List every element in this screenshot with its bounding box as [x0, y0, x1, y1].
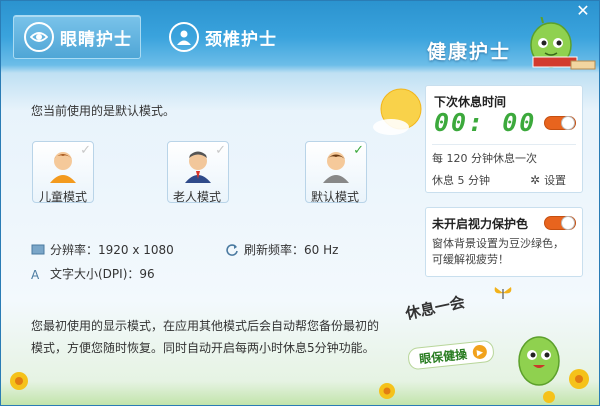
resolution-text: 分辨率：1920 x 1080 [50, 243, 174, 257]
eye-exercise-label: 眼保健操 [418, 346, 468, 366]
eye-icon [24, 22, 54, 52]
mascot-icon [530, 17, 596, 70]
default-avatar-icon [323, 152, 349, 183]
child-avatar-icon [50, 152, 76, 183]
check-icon: ✓ [215, 143, 226, 158]
flower-decoration [10, 369, 589, 403]
tab-eye-nurse[interactable]: 眼睛护士 [13, 15, 141, 59]
font-size-text: 文字大小(DPI)：96 [50, 267, 155, 281]
brand-title: 健康护士 [427, 41, 512, 63]
protect-color-toggle[interactable] [544, 216, 576, 230]
check-icon: ✓ [80, 143, 91, 158]
tab-eye-label: 眼睛护士 [60, 29, 132, 50]
child-mode-label: 儿童模式 [39, 190, 88, 204]
elder-avatar-icon [185, 151, 211, 183]
toggle-knob [561, 116, 575, 130]
sun-icon [373, 88, 422, 135]
settings-label: 设置 [544, 174, 567, 187]
intro-text: 您当前使用的是默认模式。 [31, 104, 176, 118]
header: 眼睛护士 颈椎护士 健康护士 ✕ [1, 1, 599, 71]
toggle-knob [561, 216, 575, 230]
rest-a-while-text: 休息一会 [403, 292, 467, 324]
protect-color-panel: 未开启视力保护色 窗体背景设置为豆沙绿色，可缓解视疲劳！ [425, 207, 583, 277]
font-size-icon: A [31, 267, 45, 282]
refresh-text: 刷新频率：60 Hz [244, 243, 339, 257]
protect-panel-title: 未开启视力保护色 [432, 217, 529, 231]
refresh-info: 刷新频率：60 Hz [225, 241, 338, 258]
refresh-icon [225, 243, 239, 257]
eye-exercise-button[interactable]: 眼保健操 ▶ [407, 339, 495, 371]
svg-text:A: A [31, 268, 40, 281]
rest-time-panel: 下次休息时间 00: 00 每 120 分钟休息一次 休息 5 分钟 ✲ 设置 [425, 85, 583, 193]
font-size-info: A 文字大小(DPI)：96 [31, 265, 155, 282]
tab-neck-label: 颈椎护士 [205, 29, 277, 50]
rest-toggle[interactable] [544, 116, 576, 130]
app-window: 眼睛护士 颈椎护士 健康护士 ✕ 您当前使用的是默认模式。 ✓ 儿童模式 ✓ 老… [0, 0, 600, 406]
default-mode-label: 默认模式 [311, 190, 360, 204]
gear-icon: ✲ [530, 173, 541, 187]
mode-description: 您最初使用的显示模式，在应用其他模式后会自动帮您备份最初的模式，方便您随时恢复。… [31, 319, 380, 355]
protect-color-text: 窗体背景设置为豆沙绿色，可缓解视疲劳！ [432, 237, 564, 266]
play-icon: ▶ [472, 344, 488, 360]
check-icon: ✓ [353, 143, 364, 158]
rest-duration-text: 休息 5 分钟 [432, 174, 490, 187]
rest-interval-text: 每 120 分钟休息一次 [432, 152, 537, 165]
monitor-icon [31, 243, 45, 257]
rest-timer: 00: 00 [434, 108, 537, 137]
settings-link[interactable]: ✲ 设置 [530, 172, 566, 188]
butterfly-icon [494, 287, 512, 299]
tab-neck-nurse[interactable]: 颈椎护士 [159, 15, 277, 59]
resolution-info: 分辨率：1920 x 1080 [31, 241, 174, 258]
person-icon [169, 22, 199, 52]
divider [432, 144, 576, 145]
elder-mode-label: 老人模式 [173, 190, 222, 204]
